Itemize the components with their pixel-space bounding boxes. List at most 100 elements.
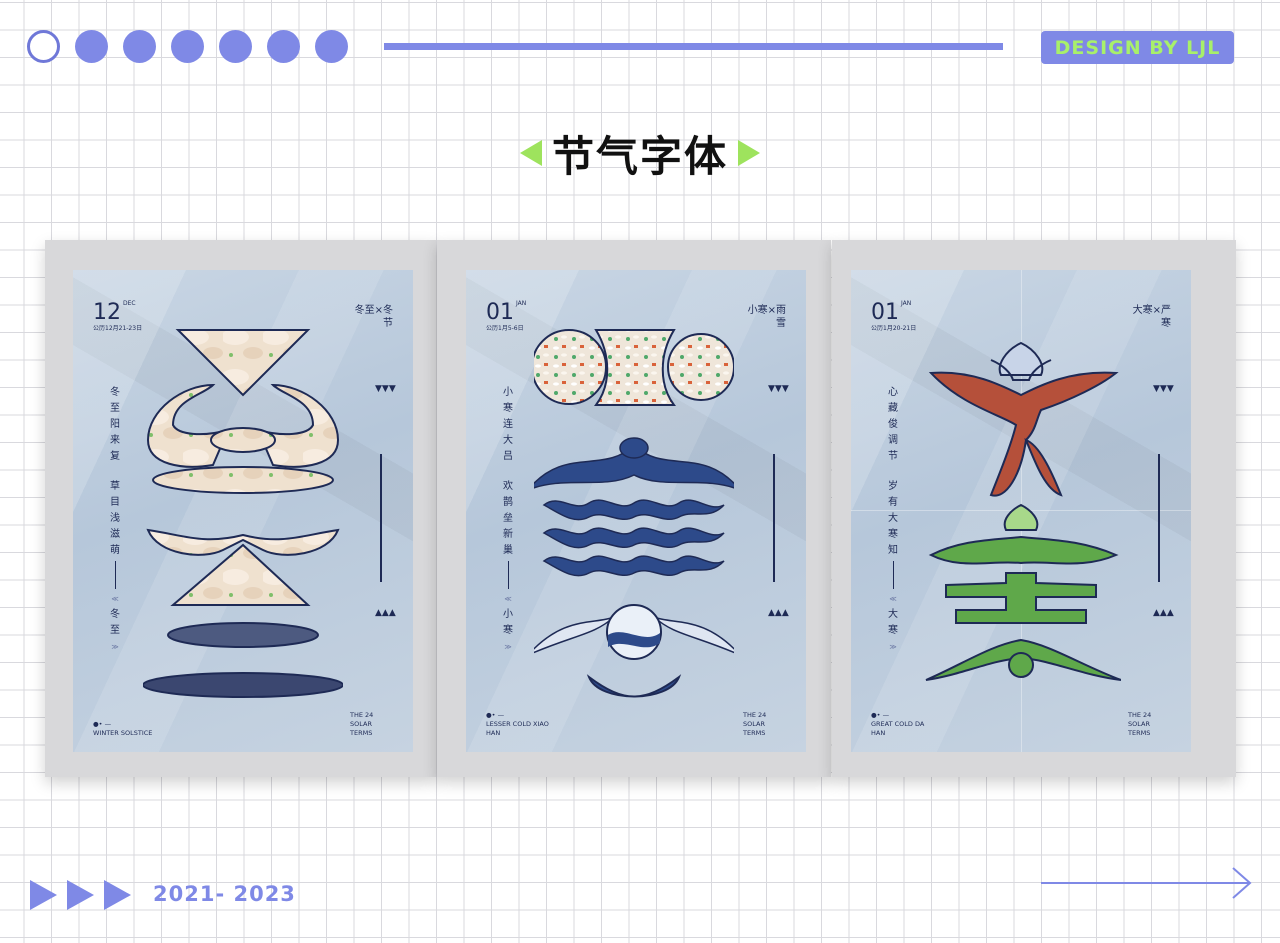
- progress-dots: [27, 30, 348, 63]
- verse-char: 鹊: [503, 497, 513, 508]
- poster-month: JAN: [901, 300, 912, 307]
- verse-char: 节: [888, 451, 898, 462]
- poster-frame-winter-solstice: 12 DEC 公历12月21-23日 冬至×冬节 冬 至 阳 来 复 草 目 浅 …: [45, 240, 436, 777]
- verse-char: 来: [110, 435, 120, 446]
- verse-char: 垒: [503, 513, 513, 524]
- poster-footer-left-text: WINTER SOLSTICE: [93, 729, 153, 737]
- term-char: 大: [888, 609, 898, 620]
- term-char: 冬: [110, 609, 120, 620]
- poster-footer-right: THE 24 SOLAR TERMS: [350, 711, 390, 738]
- verse-char: 心: [888, 387, 898, 398]
- poster-month: DEC: [123, 300, 136, 307]
- vertical-rule: [1158, 454, 1160, 582]
- poster-frame-great-cold: 01 JAN 公历1月20-21日 大寒×严寒 心 藏 俊 调 节 岁 有 大 寒…: [832, 240, 1236, 777]
- verse-char: 俊: [888, 419, 898, 430]
- verse-char: 岁: [888, 481, 898, 492]
- arrows-up-icon: ▲▲▲: [1153, 608, 1174, 618]
- dot: [219, 30, 252, 63]
- verse-char: 目: [110, 497, 120, 508]
- header-divider: [384, 43, 1003, 50]
- poster-month: JAN: [516, 300, 527, 307]
- designer-badge: DESIGN BY LJL: [1041, 31, 1234, 64]
- poster-footer-right: THE 24 SOLAR TERMS: [1128, 711, 1168, 738]
- poster-tag: 小寒×雨雪: [747, 305, 786, 329]
- verse-char: 滋: [110, 529, 120, 540]
- poster-number-text: 12: [93, 300, 121, 325]
- verse-char: 欢: [503, 481, 513, 492]
- poster-tag: 冬至×冬节: [354, 305, 393, 329]
- poster-great-cold: 01 JAN 公历1月20-21日 大寒×严寒 心 藏 俊 调 节 岁 有 大 寒…: [851, 270, 1191, 752]
- page-title: 节气字体: [551, 131, 728, 181]
- arrows-up-icon: ▲▲▲: [768, 608, 789, 618]
- dot: [315, 30, 348, 63]
- arrows-down-icon: ▼▼▼: [768, 384, 789, 394]
- verse-char: 大: [888, 513, 898, 524]
- term-char: 寒: [503, 625, 513, 636]
- verse-char: 知: [888, 545, 898, 556]
- vertical-rule: [773, 454, 775, 582]
- poster-footer-left-text: GREAT COLD DA HAN: [871, 720, 925, 737]
- verse-char: 寒: [503, 403, 513, 414]
- footer-arrows: [30, 880, 131, 910]
- term-char: 小: [503, 609, 513, 620]
- poster-lesser-cold: 01 JAN 公历1月5-6日 小寒×雨雪 小 寒 连 大 吕 欢 鹊 垒 新 巢…: [466, 270, 806, 752]
- poster-verse: 心 藏 俊 调 节 岁 有 大 寒 知 ≪ 大 寒 ≫: [881, 385, 905, 655]
- triangle-right-icon: [738, 140, 760, 166]
- dot: [75, 30, 108, 63]
- poster-number: 12 DEC: [93, 300, 136, 325]
- poster-verse: 小 寒 连 大 吕 欢 鹊 垒 新 巢 ≪ 小 寒 ≫: [496, 385, 520, 655]
- designer-badge-label: DESIGN BY LJL: [1054, 36, 1221, 59]
- poster-tag: 大寒×严寒: [1132, 305, 1171, 329]
- poster-footer-right-text: THE 24 SOLAR TERMS: [350, 711, 374, 737]
- term-char: 寒: [888, 625, 898, 636]
- verse-char: 浅: [110, 513, 120, 524]
- term-char: 至: [110, 625, 120, 636]
- triangle-right-icon: [67, 880, 94, 910]
- poster-footer-left: ●• — LESSER COLD XIAO HAN: [486, 711, 556, 738]
- verse-char: 至: [110, 403, 120, 414]
- poster-number: 01 JAN: [871, 300, 912, 325]
- dot: [267, 30, 300, 63]
- dot-outline: [27, 30, 60, 63]
- verse-char: 小: [503, 387, 513, 398]
- poster-date: 公历1月20-21日: [871, 325, 917, 332]
- verse-char: 新: [503, 529, 513, 540]
- poster-number-text: 01: [871, 300, 899, 325]
- poster-date: 公历12月21-23日: [93, 325, 143, 332]
- arrows-down-icon: ▼▼▼: [375, 384, 396, 394]
- great-cold-glyph-art: [925, 341, 1121, 681]
- poster-winter-solstice: 12 DEC 公历12月21-23日 冬至×冬节 冬 至 阳 来 复 草 目 浅 …: [73, 270, 413, 752]
- dumpling-glyph-art: [143, 329, 343, 698]
- poster-number: 01 JAN: [486, 300, 527, 325]
- page-title-group: 节气字体: [500, 126, 780, 181]
- poster-footer-right-text: THE 24 SOLAR TERMS: [1128, 711, 1152, 737]
- vertical-rule: [380, 454, 382, 582]
- triangle-left-icon: [519, 140, 542, 166]
- poster-verse: 冬 至 阳 来 复 草 目 浅 滋 萌 ≪ 冬 至 ≫: [103, 385, 127, 655]
- dot: [123, 30, 156, 63]
- arrow-right-icon: [1041, 867, 1252, 899]
- verse-char: 冬: [110, 387, 120, 398]
- poster-footer-left: ●• — WINTER SOLSTICE: [93, 720, 153, 737]
- year-range: 2021- 2023: [153, 882, 296, 906]
- verse-char: 有: [888, 497, 898, 508]
- verse-char: 巢: [503, 545, 513, 556]
- triangle-right-icon: [30, 880, 57, 910]
- dot: [171, 30, 204, 63]
- poster-footer-left-text: LESSER COLD XIAO HAN: [486, 720, 549, 737]
- poster-frame-lesser-cold: 01 JAN 公历1月5-6日 小寒×雨雪 小 寒 连 大 吕 欢 鹊 垒 新 巢…: [437, 240, 831, 777]
- verse-char: 藏: [888, 403, 898, 414]
- arrows-up-icon: ▲▲▲: [375, 608, 396, 618]
- poster-footer-left: ●• — GREAT COLD DA HAN: [871, 711, 931, 738]
- verse-char: 萌: [110, 545, 120, 556]
- poster-number-text: 01: [486, 300, 514, 325]
- poster-date: 公历1月5-6日: [486, 325, 524, 332]
- arrows-down-icon: ▼▼▼: [1153, 384, 1174, 394]
- verse-char: 寒: [888, 529, 898, 540]
- verse-char: 连: [503, 419, 513, 430]
- verse-char: 吕: [503, 451, 513, 462]
- verse-char: 复: [110, 451, 120, 462]
- poster-footer-right: THE 24 SOLAR TERMS: [743, 711, 783, 738]
- verse-char: 草: [110, 481, 120, 492]
- porridge-glyph-art: [534, 329, 734, 698]
